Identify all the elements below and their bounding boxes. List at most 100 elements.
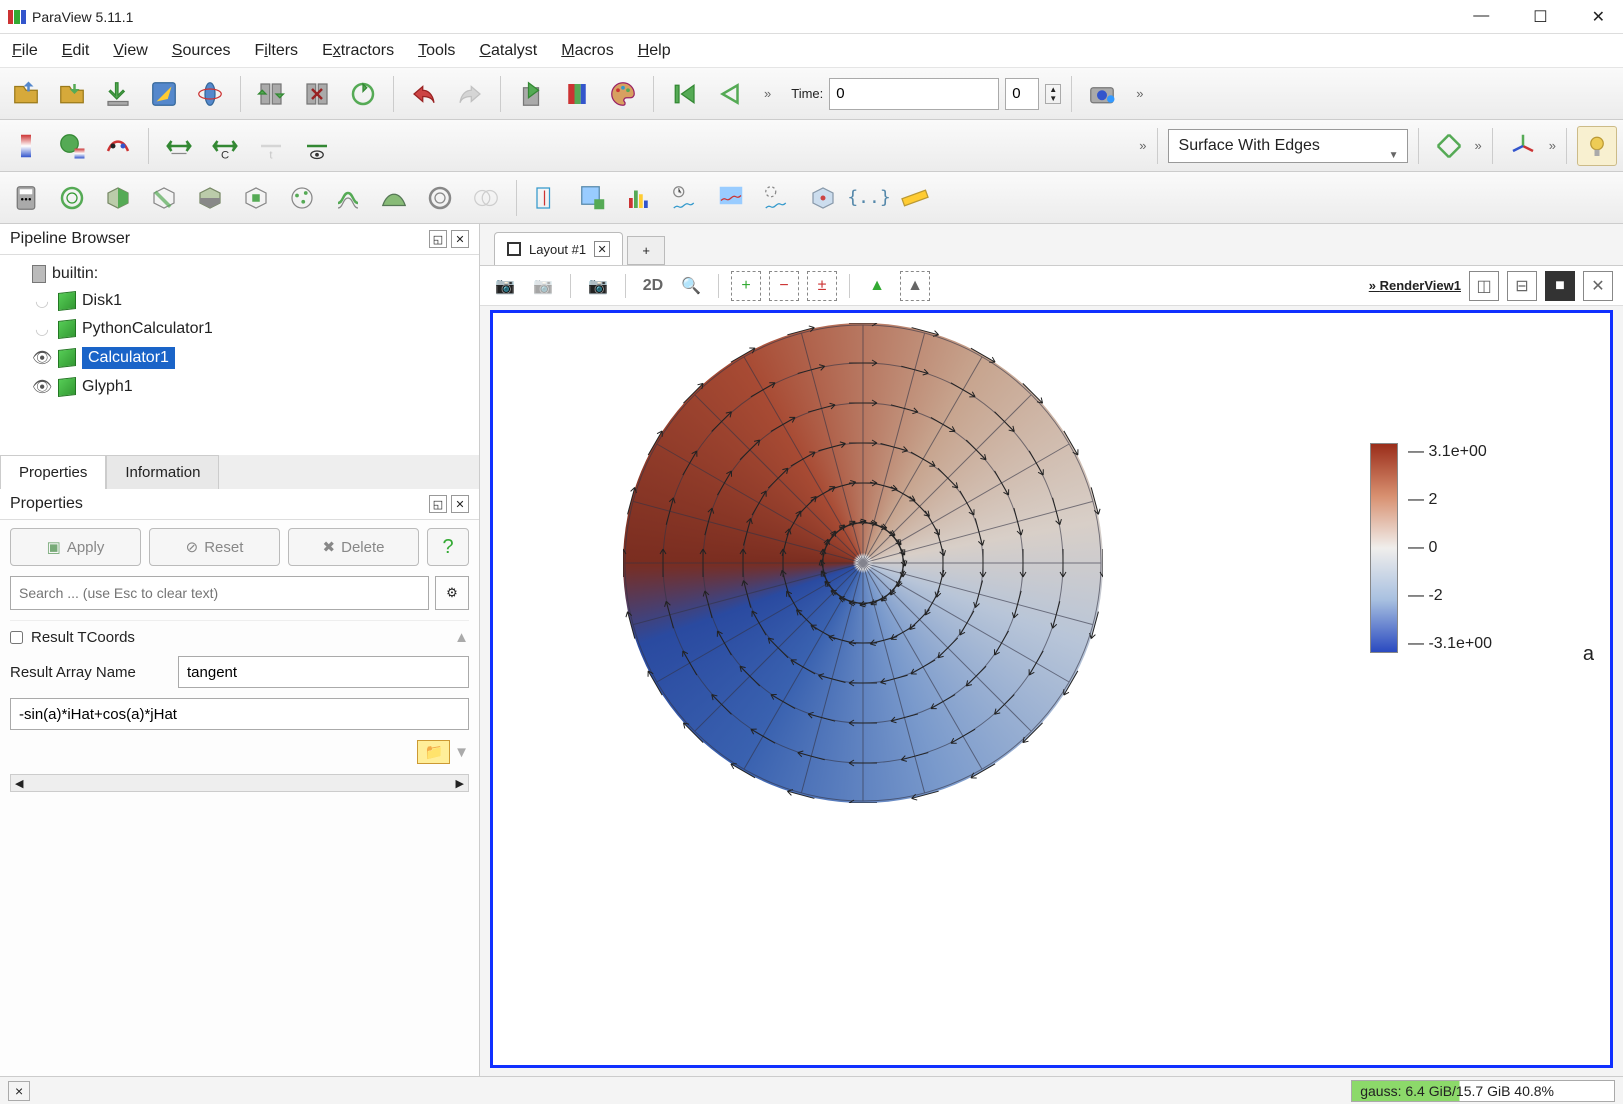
layout-tab[interactable]: Layout #1 ✕ [494, 232, 623, 265]
scroll-down-icon[interactable]: ▼ [454, 744, 469, 761]
reload-icon[interactable] [343, 74, 383, 114]
scroll-up-icon[interactable]: ▲ [454, 629, 469, 646]
auto-apply-icon[interactable] [511, 74, 551, 114]
apply-button[interactable]: ▣Apply [10, 528, 141, 566]
2d-toggle[interactable]: 2D [638, 271, 668, 301]
select-through-icon[interactable]: ▲ [900, 271, 930, 301]
menu-edit[interactable]: Edit [62, 42, 90, 60]
color-map-icon[interactable] [557, 74, 597, 114]
threshold-icon[interactable] [190, 178, 230, 218]
screenshot-icon[interactable] [1082, 74, 1122, 114]
time-up-icon[interactable]: ▲ [1046, 85, 1060, 94]
disconnect-icon[interactable] [190, 74, 230, 114]
python-icon[interactable]: {..} [849, 178, 889, 218]
folder-shortcut-icon[interactable]: 📁 [417, 740, 450, 764]
axes-icon[interactable] [1503, 126, 1543, 166]
expression-input[interactable] [10, 698, 469, 730]
reset-camera-icon[interactable] [1429, 126, 1469, 166]
undo-icon[interactable] [404, 74, 444, 114]
dock-icon[interactable]: ◱ [429, 495, 447, 513]
pipeline-item-pythoncalc[interactable]: ◡ PythonCalculator1 [4, 315, 475, 343]
menu-extractors[interactable]: Extractors [322, 42, 394, 60]
plot-data-icon[interactable] [711, 178, 751, 218]
scalar-bar-icon[interactable] [6, 126, 46, 166]
pipeline-server[interactable]: builtin: [4, 261, 475, 287]
menu-catalyst[interactable]: Catalyst [479, 42, 537, 60]
menu-macros[interactable]: Macros [561, 42, 613, 60]
maximize-button[interactable]: ☐ [1523, 3, 1557, 31]
visibility-on-icon[interactable]: 👁 [32, 348, 52, 368]
menu-tools[interactable]: Tools [418, 42, 455, 60]
download-icon[interactable] [98, 74, 138, 114]
select-remove-icon[interactable]: − [769, 271, 799, 301]
rescale-temporal-icon[interactable]: t [251, 126, 291, 166]
color-by-icon[interactable] [52, 126, 92, 166]
close-panel-icon[interactable]: ✕ [451, 495, 469, 513]
first-frame-icon[interactable] [664, 74, 704, 114]
close-panel-icon[interactable]: ✕ [451, 230, 469, 248]
close-button[interactable]: ✕ [1582, 3, 1615, 31]
select-add-icon[interactable]: + [731, 271, 761, 301]
group-icon[interactable] [420, 178, 460, 218]
menu-file[interactable]: File [12, 42, 38, 60]
calculator-icon[interactable] [6, 178, 46, 218]
warp-icon[interactable] [374, 178, 414, 218]
plot-selection-icon[interactable] [573, 178, 613, 218]
close-layout-icon[interactable]: ✕ [594, 241, 610, 257]
minimize-button[interactable]: — [1463, 3, 1499, 31]
rescale-range-icon[interactable] [159, 126, 199, 166]
render-view[interactable]: 3.1e+00 2 0 -2 -3.1e+00 a [490, 310, 1613, 1068]
pipeline-item-glyph1[interactable]: 👁 Glyph1 [4, 373, 475, 401]
close-view-icon[interactable]: ✕ [1583, 271, 1613, 301]
menu-view[interactable]: View [113, 42, 147, 60]
clip-icon[interactable] [98, 178, 138, 218]
more2-icon[interactable]: » [1136, 86, 1143, 101]
server-connect-icon[interactable] [251, 74, 291, 114]
plot-over-time-icon[interactable] [665, 178, 705, 218]
visibility-on-icon[interactable]: 👁 [32, 377, 52, 397]
more-icon[interactable]: » [764, 86, 771, 101]
result-tcoords-checkbox[interactable] [10, 631, 23, 644]
representation-combo[interactable]: Surface With Edges [1168, 129, 1408, 163]
time-down-icon[interactable]: ▼ [1046, 94, 1060, 103]
prev-frame-icon[interactable] [710, 74, 750, 114]
server-disconnect-icon[interactable] [297, 74, 337, 114]
properties-hscroll[interactable]: ◀▶ [10, 774, 469, 792]
properties-search-input[interactable] [10, 576, 429, 610]
select-surface-icon[interactable]: ▲ [862, 271, 892, 301]
slice-icon[interactable] [144, 178, 184, 218]
select-toggle-icon[interactable]: ± [807, 271, 837, 301]
advanced-toggle-icon[interactable]: ⚙ [435, 576, 469, 610]
rescale-visible-icon[interactable] [297, 126, 337, 166]
ruler-icon[interactable] [895, 178, 935, 218]
pipeline-tree[interactable]: builtin: ◡ Disk1 ◡ PythonCalculator1 👁 C… [0, 255, 479, 455]
pipeline-item-disk1[interactable]: ◡ Disk1 [4, 287, 475, 315]
more4-icon[interactable]: » [1475, 138, 1482, 153]
glyph-icon[interactable] [282, 178, 322, 218]
delete-button[interactable]: ✖Delete [288, 528, 419, 566]
dock-icon[interactable]: ◱ [429, 230, 447, 248]
plot-global-icon[interactable] [757, 178, 797, 218]
extract-selection-icon[interactable] [466, 178, 506, 218]
edit-colormap-icon[interactable] [98, 126, 138, 166]
contour-icon[interactable] [52, 178, 92, 218]
color-palette-icon[interactable] [603, 74, 643, 114]
histogram-icon[interactable] [619, 178, 659, 218]
save-data-icon[interactable] [52, 74, 92, 114]
maximize-view-icon[interactable]: ■ [1545, 271, 1575, 301]
color-legend[interactable]: 3.1e+00 2 0 -2 -3.1e+00 a [1370, 443, 1590, 653]
probe-icon[interactable] [527, 178, 567, 218]
camera-redo-icon[interactable]: 📷 [528, 271, 558, 301]
redo-icon[interactable] [450, 74, 490, 114]
open-file-icon[interactable] [6, 74, 46, 114]
rescale-custom-icon[interactable]: C [205, 126, 245, 166]
camera-undo-icon[interactable]: 📷 [490, 271, 520, 301]
status-close-icon[interactable]: × [8, 1081, 30, 1101]
render-view-label[interactable]: » RenderView1 [1369, 278, 1461, 293]
tab-information[interactable]: Information [106, 455, 219, 489]
more5-icon[interactable]: » [1549, 138, 1556, 153]
menu-filters[interactable]: Filters [254, 42, 298, 60]
reset-button[interactable]: ⊘Reset [149, 528, 280, 566]
light-icon[interactable] [1577, 126, 1617, 166]
tab-properties[interactable]: Properties [0, 455, 106, 489]
